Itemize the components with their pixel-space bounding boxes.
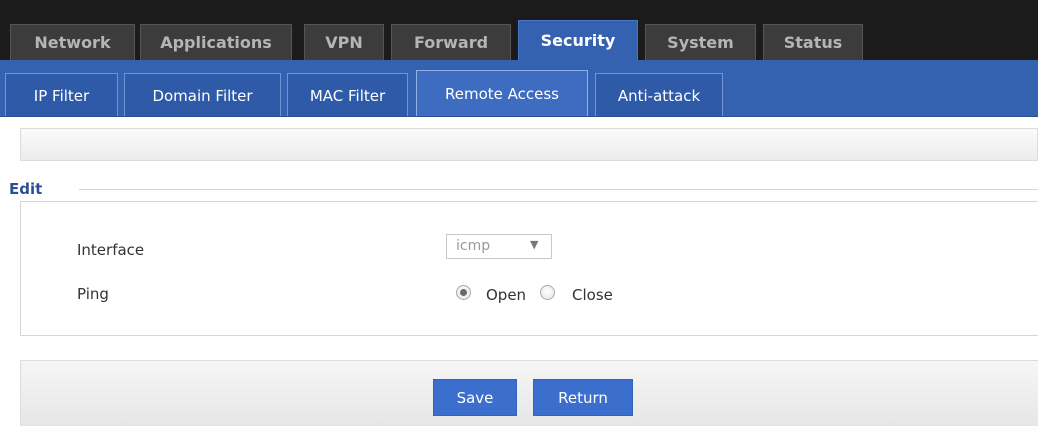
interface-label: Interface: [77, 241, 145, 259]
save-button[interactable]: Save: [433, 379, 517, 416]
main-nav: Network Applications VPN Forward Securit…: [0, 0, 1038, 60]
ping-close-label[interactable]: Close: [572, 286, 613, 304]
tab-applications[interactable]: Applications: [140, 24, 292, 60]
radio-selected-dot: [460, 289, 467, 296]
chevron-down-icon: ▼: [530, 238, 539, 251]
sub-nav-divider: [0, 116, 1038, 117]
ping-label: Ping: [77, 285, 109, 303]
tab-network[interactable]: Network: [10, 24, 135, 60]
subtab-mac-filter[interactable]: MAC Filter: [287, 73, 408, 117]
tab-status[interactable]: Status: [763, 24, 863, 60]
info-strip: [20, 128, 1038, 161]
ping-open-label[interactable]: Open: [486, 286, 526, 304]
subtab-anti-attack[interactable]: Anti-attack: [595, 73, 723, 117]
subtab-domain-filter[interactable]: Domain Filter: [124, 73, 281, 117]
sub-nav: IP Filter Domain Filter MAC Filter Remot…: [0, 60, 1038, 117]
interface-select[interactable]: icmp ▼: [446, 234, 552, 259]
ping-open-radio[interactable]: [456, 285, 471, 300]
tab-system[interactable]: System: [645, 24, 756, 60]
tab-security[interactable]: Security: [518, 20, 638, 60]
tab-forward[interactable]: Forward: [391, 24, 511, 60]
action-bar: [20, 360, 1038, 426]
subtab-remote-access[interactable]: Remote Access: [416, 70, 588, 117]
tab-vpn[interactable]: VPN: [304, 24, 384, 60]
subtab-ip-filter[interactable]: IP Filter: [5, 73, 118, 117]
edit-divider: [79, 189, 1038, 190]
ping-close-radio[interactable]: [540, 285, 555, 300]
return-button[interactable]: Return: [533, 379, 633, 416]
edit-panel: [20, 201, 1038, 336]
edit-legend: Edit: [9, 180, 43, 198]
interface-select-value: icmp: [456, 238, 491, 254]
